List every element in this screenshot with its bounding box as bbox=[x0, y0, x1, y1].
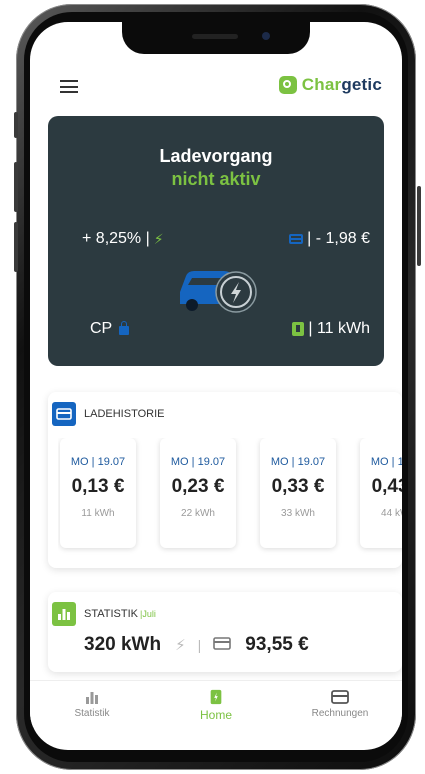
history-title: LADEHISTORIE bbox=[84, 408, 165, 420]
charger-icon bbox=[292, 322, 305, 336]
chargepoint-label: CP bbox=[90, 320, 113, 337]
chargepoint-stat: CP bbox=[90, 320, 130, 338]
speaker-grille bbox=[192, 34, 238, 39]
statistics-month: |Juli bbox=[140, 609, 156, 619]
credit-card-icon bbox=[331, 690, 349, 704]
statistics-card[interactable]: STATISTIK |Juli 320 kWh ⚡ | 93,55 € bbox=[48, 592, 402, 672]
history-tile[interactable]: MO | 19.07 0,23 € 22 kWh bbox=[160, 438, 236, 548]
energy-stat: | 11 kWh bbox=[292, 320, 370, 338]
mute-switch bbox=[14, 112, 18, 138]
statistics-title: STATISTIK bbox=[84, 608, 138, 620]
charging-status-card: Ladevorgang nicht aktiv + 8,25% | ⚡ | - … bbox=[48, 116, 384, 366]
nav-label: Rechnungen bbox=[311, 708, 369, 719]
tile-kwh: 33 kWh bbox=[281, 508, 315, 519]
percent-value: + 8,25% | bbox=[82, 230, 150, 247]
tile-amount: 0,43 € bbox=[371, 476, 402, 497]
tile-amount: 0,23 € bbox=[171, 476, 225, 497]
logo-text-main: Char bbox=[301, 75, 342, 94]
credit-card-icon bbox=[289, 234, 304, 244]
car-charging-illustration bbox=[174, 252, 264, 322]
charger-icon bbox=[210, 689, 222, 705]
cost-value: | - 1,98 € bbox=[307, 230, 370, 247]
bottom-navigation: Statistik Home Rechnungen bbox=[30, 680, 402, 727]
statistics-header: STATISTIK |Juli bbox=[52, 602, 156, 626]
logo-text-accent: getic bbox=[341, 75, 382, 94]
tile-kwh: 22 kWh bbox=[181, 508, 215, 519]
volume-down-button bbox=[14, 222, 18, 272]
energy-value: | 11 kWh bbox=[308, 320, 370, 337]
statistics-summary: 320 kWh ⚡ | 93,55 € bbox=[84, 634, 309, 656]
credit-card-icon bbox=[213, 634, 232, 656]
history-header: LADEHISTORIE bbox=[52, 402, 165, 426]
tile-date: MO | 19.07 bbox=[170, 456, 226, 468]
statistics-separator: | bbox=[197, 637, 202, 653]
nav-rechnungen[interactable]: Rechnungen bbox=[278, 681, 402, 727]
nav-statistik[interactable]: Statistik bbox=[30, 681, 154, 727]
notch bbox=[122, 22, 310, 54]
bar-chart-icon bbox=[52, 602, 76, 626]
statistics-cost: 93,55 € bbox=[245, 634, 309, 655]
menu-icon[interactable] bbox=[60, 80, 78, 93]
statistics-energy: 320 kWh bbox=[84, 634, 162, 655]
tile-date: MO | 19.07 bbox=[70, 456, 126, 468]
tile-date: MO | 19.07 bbox=[370, 456, 402, 468]
lock-icon bbox=[119, 320, 130, 335]
bolt-icon: ⚡ bbox=[175, 637, 186, 654]
tile-date: MO | 19.07 bbox=[270, 456, 326, 468]
tile-kwh: 44 kWh bbox=[381, 508, 402, 519]
chargetic-logo: Chargetic bbox=[278, 74, 382, 96]
cost-stat: | - 1,98 € bbox=[289, 230, 370, 248]
charging-title: Ladevorgang bbox=[159, 146, 273, 166]
volume-up-button bbox=[14, 162, 18, 212]
nav-home[interactable]: Home bbox=[154, 681, 278, 727]
charging-state: nicht aktiv bbox=[171, 169, 261, 189]
logo-plug-icon bbox=[278, 76, 297, 94]
tile-amount: 0,13 € bbox=[71, 476, 125, 497]
app-screen: Chargetic Ladevorgang nicht aktiv + 8,25… bbox=[30, 22, 402, 750]
history-tile[interactable]: MO | 19.07 0,33 € 33 kWh bbox=[260, 438, 336, 548]
charging-history-card[interactable]: LADEHISTORIE MO | 19.07 0,13 € 11 kWh MO… bbox=[48, 392, 402, 568]
history-tile[interactable]: MO | 19.07 0,43 € 44 kWh bbox=[360, 438, 402, 548]
history-carousel[interactable]: MO | 19.07 0,13 € 11 kWh MO | 19.07 0,23… bbox=[58, 438, 402, 558]
tile-kwh: 11 kWh bbox=[81, 508, 115, 519]
front-camera bbox=[262, 32, 270, 40]
history-tile[interactable]: MO | 19.07 0,13 € 11 kWh bbox=[60, 438, 136, 548]
power-button bbox=[417, 186, 421, 266]
nav-label: Statistik bbox=[74, 708, 110, 719]
bar-chart-icon bbox=[86, 692, 98, 704]
nav-label: Home bbox=[199, 708, 232, 722]
tile-amount: 0,33 € bbox=[271, 476, 325, 497]
credit-card-icon bbox=[52, 402, 76, 426]
bolt-icon: ⚡ bbox=[153, 230, 164, 247]
percent-stat: + 8,25% | ⚡ bbox=[82, 230, 164, 248]
